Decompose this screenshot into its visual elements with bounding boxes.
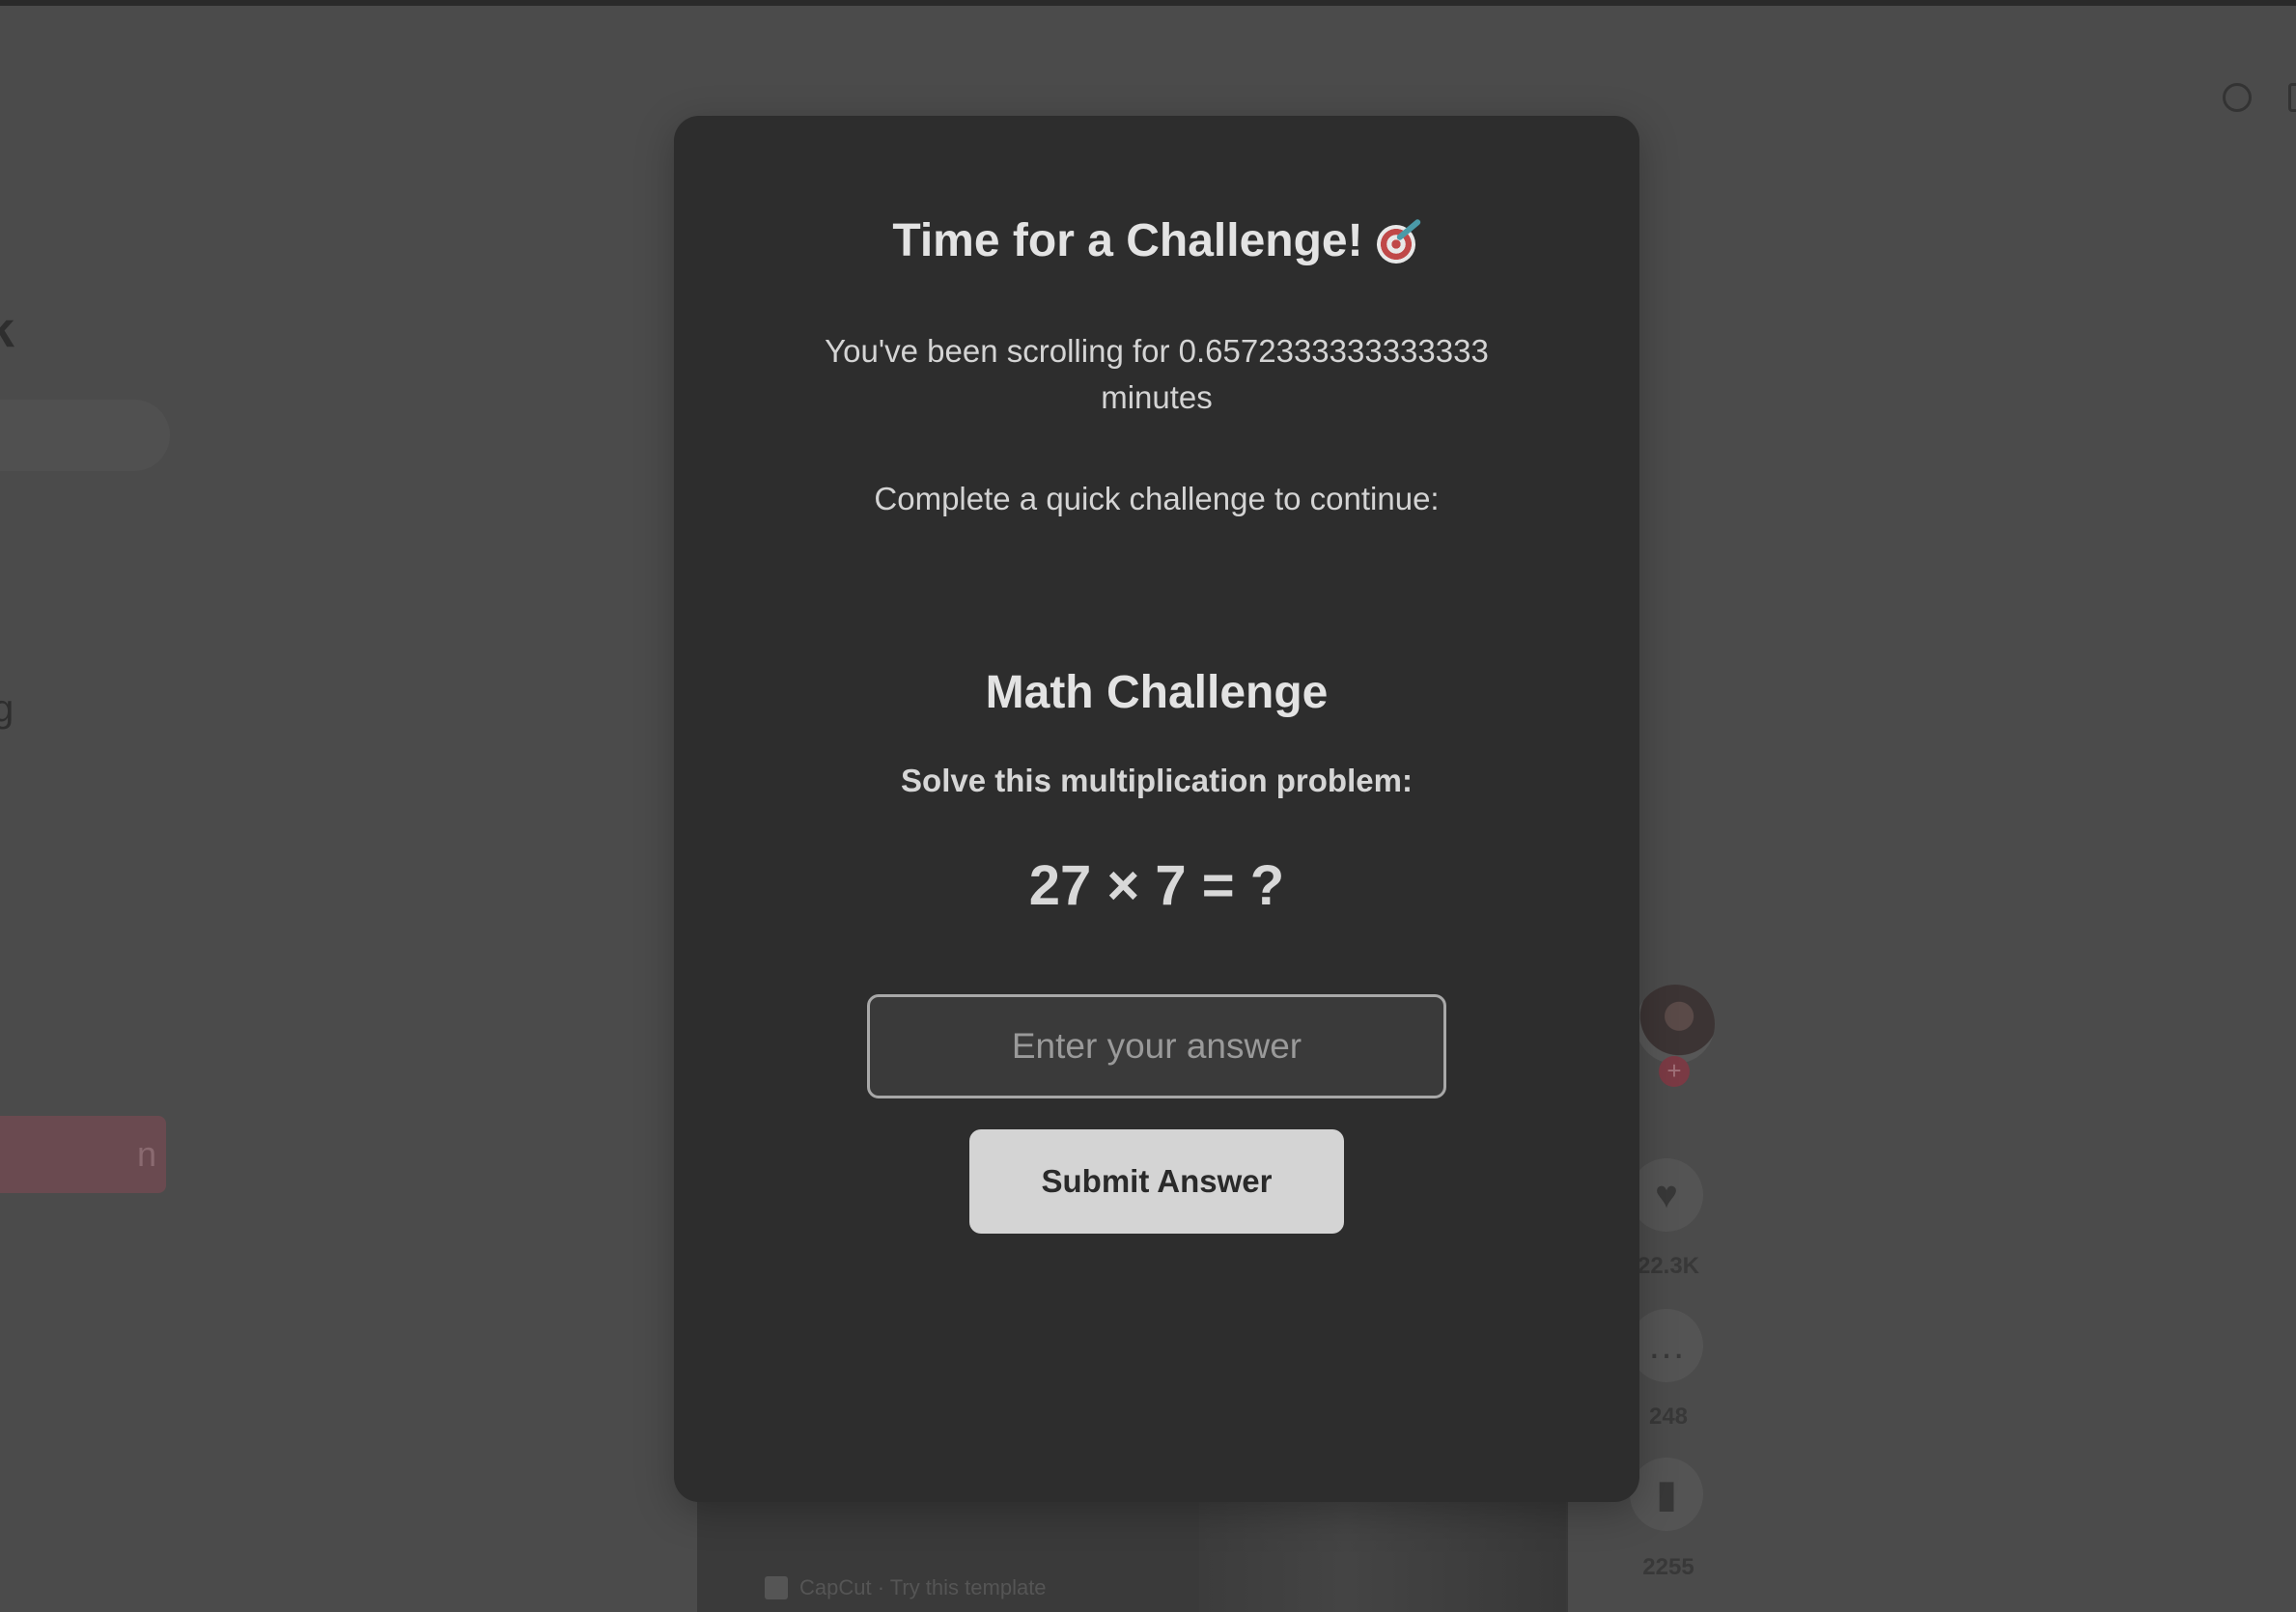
comment-icon: … — [1630, 1309, 1703, 1382]
modal-title-text: Time for a Challenge! — [892, 215, 1363, 266]
bookmark-icon: ▮ — [1630, 1458, 1703, 1531]
scroll-time-message: You've been scrolling for 0.657233333333… — [825, 333, 1489, 415]
math-problem: 27 × 7 = ? — [1028, 854, 1285, 917]
comment-count: 248 — [1648, 1404, 1689, 1430]
background-logo-fragment: k — [0, 302, 14, 358]
capcut-template-link: CapCut · Try this template — [765, 1575, 1047, 1600]
follow-icon: + — [1659, 1056, 1690, 1087]
capcut-label: CapCut · Try this template — [799, 1575, 1047, 1599]
tiktok-icon — [2223, 83, 2252, 112]
modal-title: Time for a Challenge! — [674, 214, 1639, 267]
target-dart-icon — [1376, 217, 1422, 264]
challenge-heading: Math Challenge — [985, 667, 1329, 718]
capcut-icon — [765, 1576, 788, 1599]
background-search-pill — [0, 400, 170, 471]
answer-input[interactable] — [867, 994, 1446, 1098]
challenge-instruction: Solve this multiplication problem: — [901, 763, 1413, 798]
page: k g n CapCut · Try this template + ♥ 22.… — [0, 0, 2296, 1612]
bookmark-count: 2255 — [1642, 1554, 1694, 1580]
device-icon — [2288, 83, 2296, 112]
like-count: 22.3K — [1637, 1253, 1700, 1279]
challenge-modal — [674, 116, 1639, 1502]
heart-icon: ♥ — [1630, 1158, 1703, 1232]
background-sidebar-fragment: g — [0, 687, 14, 730]
creator-avatar — [1636, 985, 1715, 1064]
submit-answer-button[interactable]: Submit Answer — [969, 1129, 1344, 1234]
challenge-prompt: Complete a quick challenge to continue: — [874, 481, 1440, 516]
browser-top-strip — [0, 0, 2296, 6]
background-login-button: n — [0, 1116, 166, 1193]
